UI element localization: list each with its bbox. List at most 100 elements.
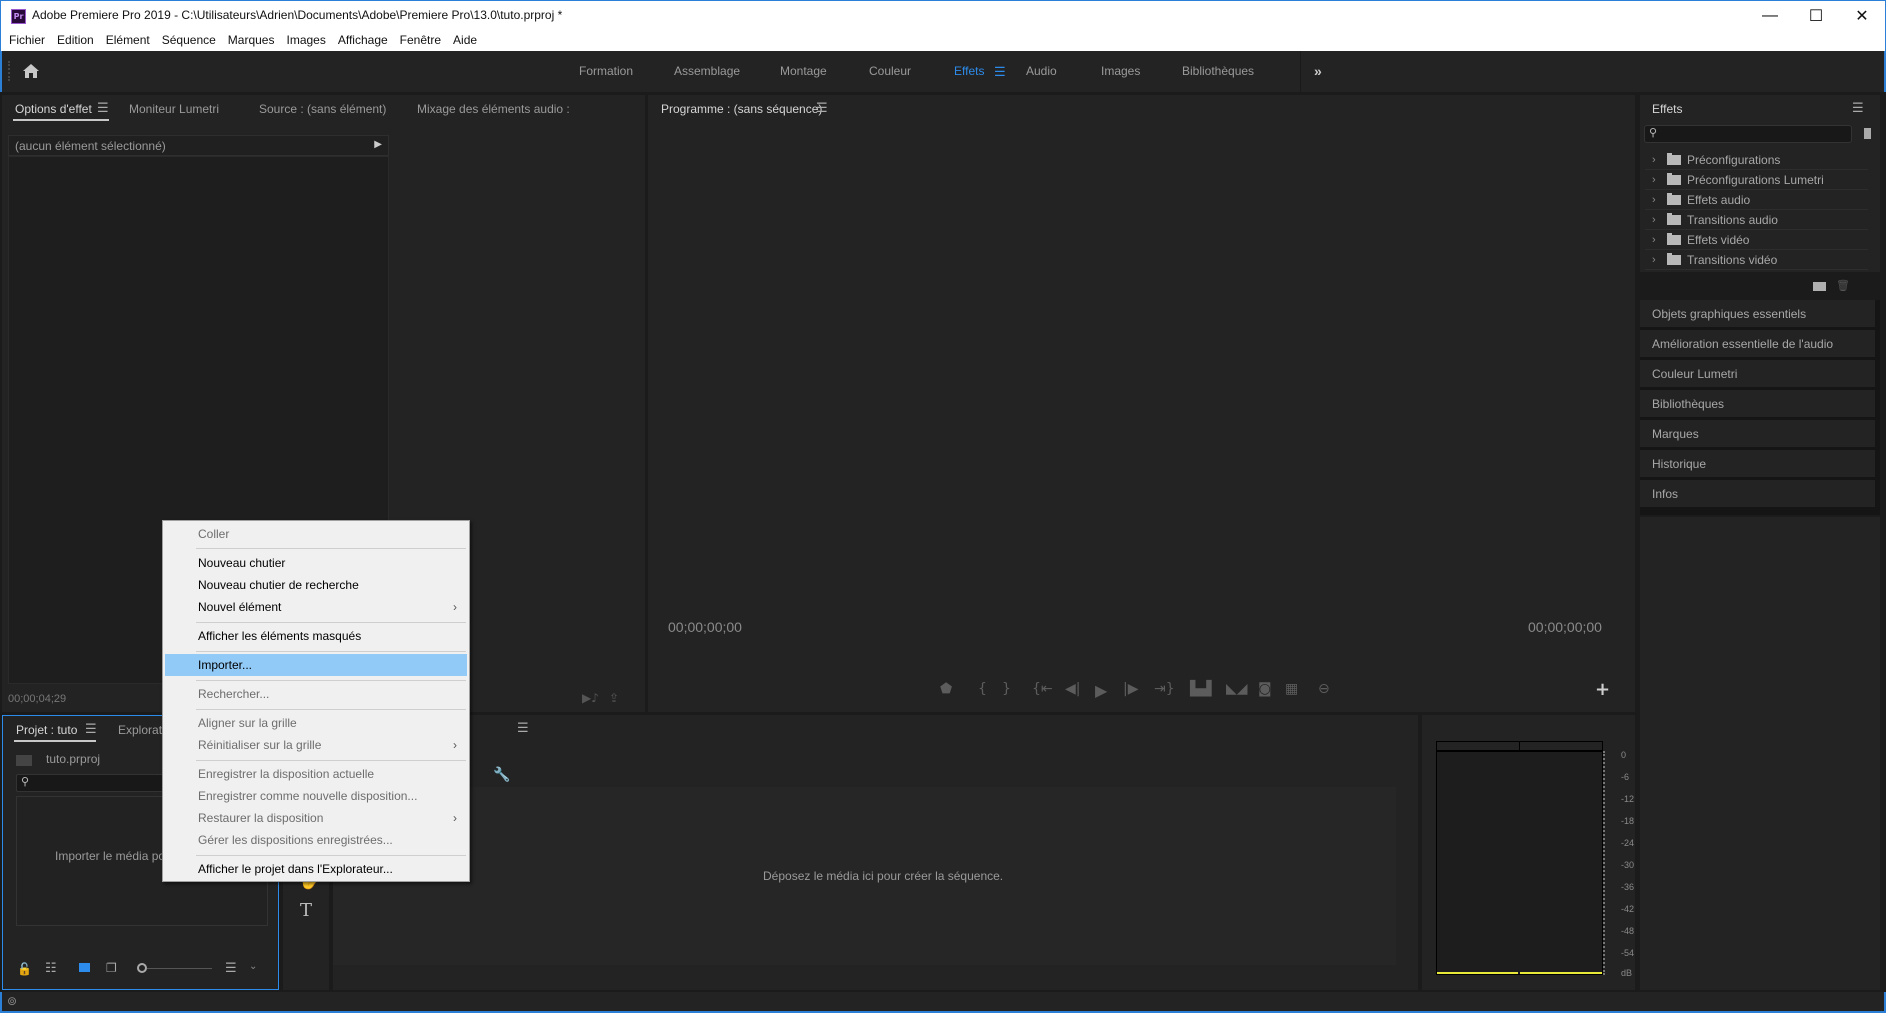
ctx-afficher-explorateur[interactable]: Afficher le projet dans l'Explorateur... — [165, 858, 467, 880]
clip-selector[interactable]: (aucun élément sélectionné) ▶ — [8, 135, 389, 156]
effects-folder-transitions-audio[interactable]: › Transitions audio — [1645, 210, 1868, 230]
list-view-icon[interactable]: ☷ — [45, 961, 57, 976]
menu-element[interactable]: Elément — [106, 30, 150, 51]
step-forward-icon[interactable]: |▶ — [1123, 681, 1138, 697]
ctx-reinitialiser-grille[interactable]: Réinitialiser sur la grille › — [165, 734, 467, 756]
workspace-tab-formation[interactable]: Formation — [579, 51, 633, 92]
trash-icon[interactable]: 🗑 — [1836, 279, 1850, 292]
zoom-slider-track[interactable] — [147, 968, 212, 969]
freeform-view-icon[interactable]: ❐ — [106, 961, 117, 975]
ctx-enregistrer-disposition[interactable]: Enregistrer la disposition actuelle — [165, 763, 467, 785]
tab-options-effet[interactable]: Options d'effet — [15, 102, 92, 116]
tab-source[interactable]: Source : (sans élément) — [259, 102, 386, 116]
type-tool-icon[interactable]: T — [300, 900, 312, 921]
workspace-tab-assemblage[interactable]: Assemblage — [674, 51, 740, 92]
workspace-menu-icon[interactable]: ☰ — [994, 51, 1006, 92]
mark-in-icon[interactable]: { — [978, 681, 987, 697]
panel-marques[interactable]: Marques — [1640, 420, 1875, 449]
panel-infos[interactable]: Infos — [1640, 480, 1875, 509]
minimize-button[interactable]: — — [1747, 1, 1793, 31]
chevron-right-icon[interactable]: › — [1652, 190, 1656, 210]
step-back-icon[interactable]: ◀| — [1065, 681, 1080, 697]
play-triangle-icon[interactable]: ▶ — [374, 139, 382, 150]
meter-peak-indicators[interactable] — [1436, 741, 1603, 751]
ctx-afficher-masques[interactable]: Afficher les éléments masqués — [165, 625, 467, 647]
workspace-tab-images[interactable]: Images — [1101, 51, 1140, 92]
effects-folder-preconfigurations[interactable]: › Préconfigurations — [1645, 150, 1868, 170]
menu-aide[interactable]: Aide — [453, 30, 477, 51]
timeline-drop-area[interactable]: Déposez le média ici pour créer la séque… — [333, 787, 1396, 965]
panel-objets-graphiques[interactable]: Objets graphiques essentiels — [1640, 300, 1875, 329]
panel-menu-icon[interactable]: ☰ — [1852, 101, 1864, 116]
menu-sequence[interactable]: Séquence — [162, 30, 216, 51]
go-to-in-icon[interactable]: {⇤ — [1032, 681, 1053, 697]
go-to-out-icon[interactable]: ⇥} — [1154, 681, 1175, 697]
chevron-right-icon[interactable]: › — [1652, 170, 1656, 190]
lock-icon[interactable]: 🔓 — [17, 962, 32, 976]
workspace-overflow-button[interactable]: » — [1314, 51, 1322, 92]
ctx-nouveau-chutier[interactable]: Nouveau chutier — [165, 552, 467, 574]
program-title[interactable]: Programme : (sans séquence) — [661, 102, 822, 116]
program-timecode-current[interactable]: 00;00;00;00 — [668, 619, 742, 635]
panel-amelioration-audio[interactable]: Amélioration essentielle de l'audio — [1640, 330, 1875, 359]
home-icon[interactable] — [22, 63, 40, 79]
tab-mixage-audio[interactable]: Mixage des éléments audio : — [417, 102, 570, 116]
effects-folder-preconfigurations-lumetri[interactable]: › Préconfigurations Lumetri — [1645, 170, 1868, 190]
panel-menu-icon[interactable]: ☰ — [517, 721, 529, 736]
panel-menu-icon[interactable]: ☰ — [97, 101, 109, 116]
effects-search-input[interactable]: ⚲ — [1644, 125, 1852, 143]
project-search-input[interactable]: ⚲ — [16, 774, 166, 792]
menu-affichage[interactable]: Affichage — [338, 30, 388, 51]
chevron-right-icon[interactable]: › — [1652, 210, 1656, 230]
workspace-tab-montage[interactable]: Montage — [780, 51, 827, 92]
play-icon[interactable]: ▶ — [1095, 681, 1107, 700]
panel-menu-icon[interactable]: ☰ — [85, 722, 97, 737]
menu-fenetre[interactable]: Fenêtre — [400, 30, 441, 51]
zoom-slider-handle[interactable] — [137, 963, 147, 973]
ctx-nouvel-element[interactable]: Nouvel élément › — [165, 596, 467, 618]
ctx-rechercher[interactable]: Rechercher... — [165, 683, 467, 705]
effects-folder-effets-audio[interactable]: › Effets audio — [1645, 190, 1868, 210]
ctx-restaurer-disposition[interactable]: Restaurer la disposition › — [165, 807, 467, 829]
menu-images[interactable]: Images — [286, 30, 325, 51]
effects-folder-effets-video[interactable]: › Effets vidéo — [1645, 230, 1868, 250]
chevron-right-icon[interactable]: › — [1652, 250, 1656, 270]
workspace-tab-audio[interactable]: Audio — [1026, 51, 1057, 92]
export-icon[interactable]: ⇪ — [609, 691, 619, 705]
menu-fichier[interactable]: Fichier — [9, 30, 45, 51]
ctx-enregistrer-nouvelle-disposition[interactable]: Enregistrer comme nouvelle disposition..… — [165, 785, 467, 807]
ctx-coller[interactable]: Coller — [165, 523, 467, 545]
panel-historique[interactable]: Historique — [1640, 450, 1875, 479]
comparison-view-icon[interactable]: ▦ — [1285, 681, 1298, 697]
menu-marques[interactable]: Marques — [228, 30, 275, 51]
chevron-right-icon[interactable]: › — [1652, 230, 1656, 250]
marker-icon[interactable]: ⬟ — [940, 681, 952, 697]
lift-icon[interactable]: ▙▟ — [1190, 681, 1212, 697]
workspace-tab-bibliotheques[interactable]: Bibliothèques — [1182, 51, 1254, 92]
icon-view-icon[interactable] — [79, 963, 90, 972]
workspace-tab-couleur[interactable]: Couleur — [869, 51, 911, 92]
ctx-gerer-dispositions[interactable]: Gérer les dispositions enregistrées... — [165, 829, 467, 851]
new-bin-icon[interactable] — [1813, 282, 1826, 291]
workspace-tab-effets[interactable]: Effets — [954, 51, 984, 92]
program-viewer[interactable] — [648, 125, 1635, 685]
chevron-right-icon[interactable]: › — [1652, 150, 1656, 170]
panel-couleur-lumetri[interactable]: Couleur Lumetri — [1640, 360, 1875, 389]
close-button[interactable]: ✕ — [1839, 1, 1885, 31]
tab-projet-tuto[interactable]: Projet : tuto — [16, 723, 77, 737]
tab-moniteur-lumetri[interactable]: Moniteur Lumetri — [129, 102, 219, 116]
maximize-button[interactable]: ☐ — [1793, 1, 1839, 31]
vr-video-icon[interactable]: ⊖ — [1318, 681, 1330, 697]
new-custom-bin-icon[interactable] — [1864, 128, 1871, 139]
audio-only-icon[interactable]: ▶♪ — [582, 691, 599, 705]
timeline-settings-wrench-icon[interactable]: 🔧 — [493, 767, 510, 783]
ctx-importer[interactable]: Importer... — [165, 654, 467, 676]
chevron-down-icon[interactable]: ⌄ — [249, 961, 257, 972]
ctx-aligner-grille[interactable]: Aligner sur la grille — [165, 712, 467, 734]
effects-folder-transitions-video[interactable]: › Transitions vidéo — [1645, 250, 1868, 270]
panel-menu-icon[interactable]: ☰ — [816, 101, 828, 116]
drag-grip-icon[interactable] — [8, 61, 10, 81]
button-editor-add-icon[interactable]: + — [1595, 679, 1610, 700]
camera-export-frame-icon[interactable]: ◙ — [1258, 681, 1272, 697]
mark-out-icon[interactable]: } — [1002, 681, 1011, 697]
